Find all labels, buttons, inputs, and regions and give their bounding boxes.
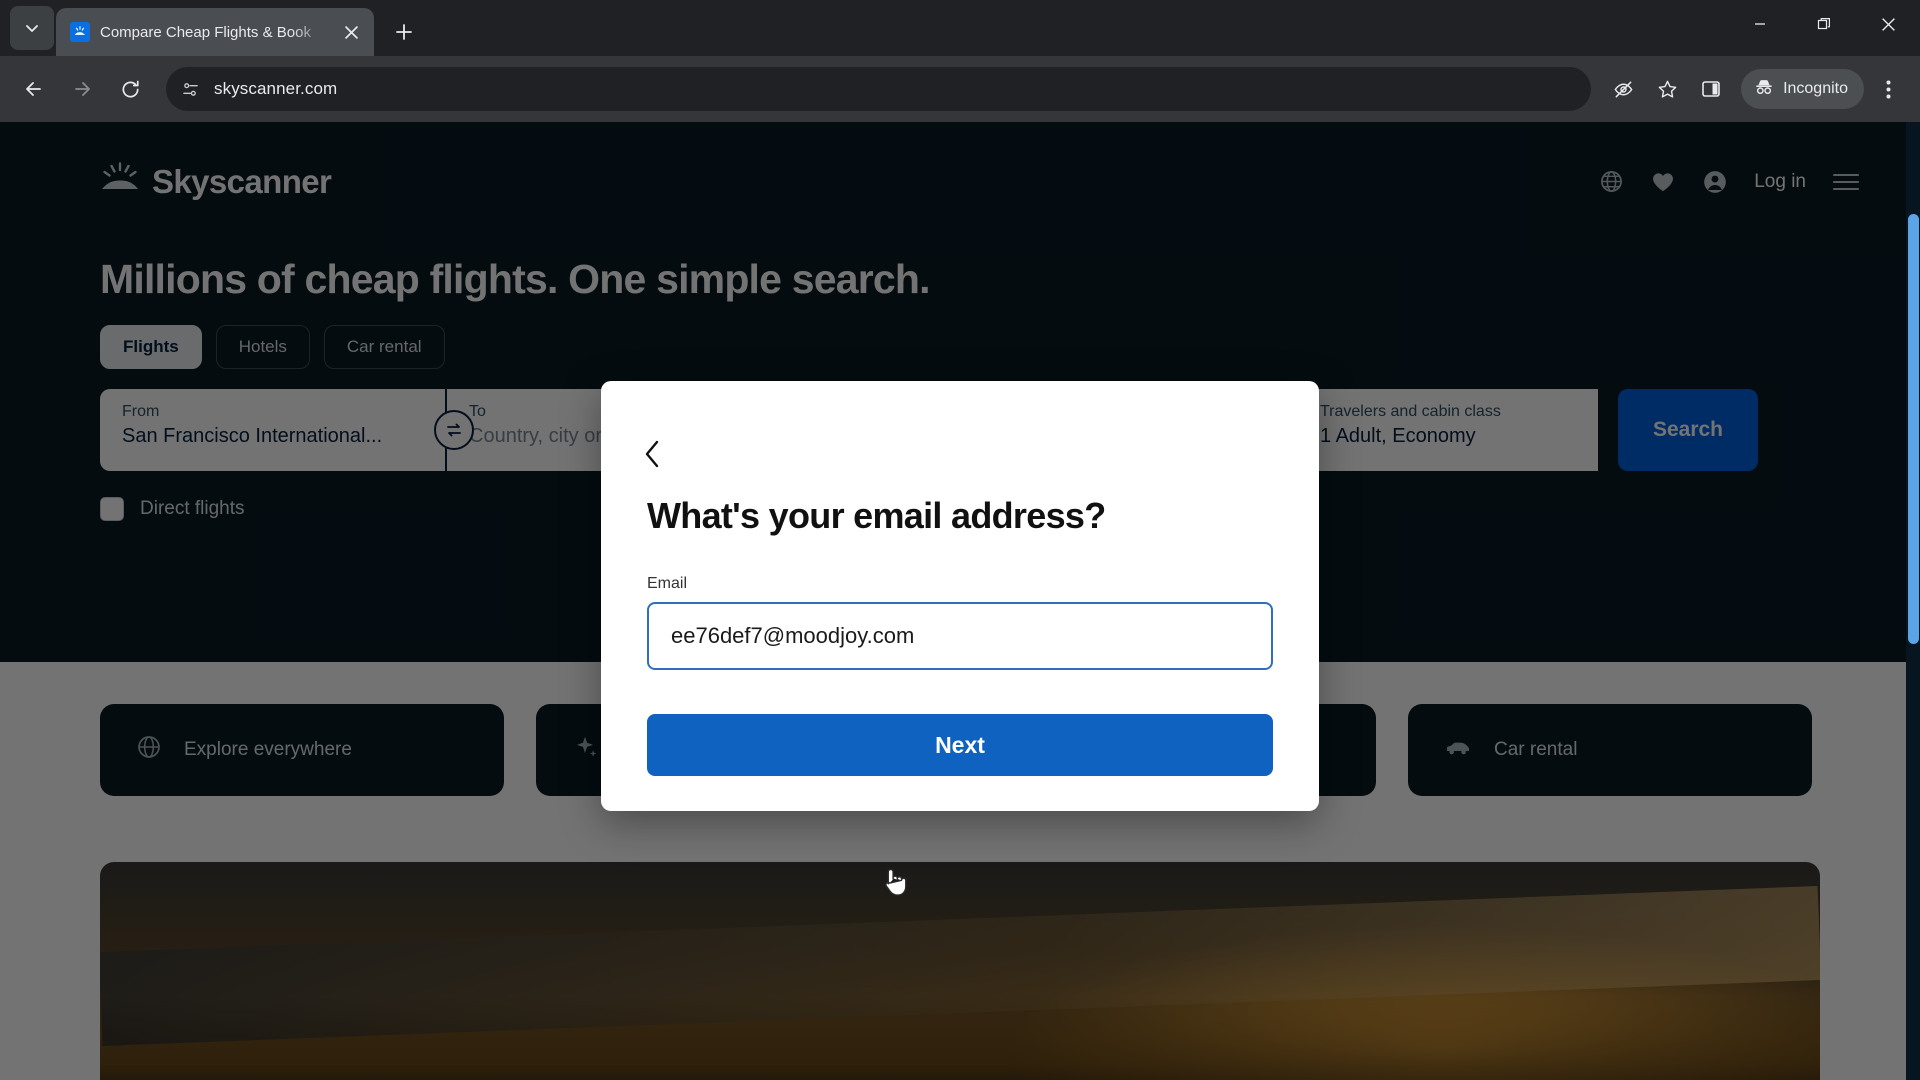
side-panel-icon[interactable] bbox=[1691, 69, 1731, 109]
from-field[interactable]: From San Francisco International... bbox=[100, 389, 445, 471]
hero-photo bbox=[100, 862, 1820, 1080]
sunburst-icon bbox=[100, 162, 140, 201]
tab-title: Compare Cheap Flights & Book bbox=[100, 23, 311, 41]
skyscanner-sunburst-icon bbox=[70, 22, 90, 42]
forward-button[interactable] bbox=[60, 67, 104, 111]
next-button-label: Next bbox=[935, 731, 985, 758]
login-label: Log in bbox=[1754, 170, 1806, 192]
reload-button[interactable] bbox=[108, 67, 152, 111]
modal-title: What's your email address? bbox=[647, 495, 1106, 536]
brand-name: Skyscanner bbox=[152, 162, 332, 200]
hamburger-menu-icon[interactable] bbox=[1832, 172, 1860, 192]
plus-icon bbox=[396, 24, 412, 40]
globe-icon[interactable] bbox=[1599, 169, 1624, 194]
swap-arrows-icon[interactable] bbox=[434, 410, 474, 450]
hero-photo-section bbox=[0, 862, 1920, 1080]
window-controls bbox=[1728, 0, 1920, 56]
sparkle-icon bbox=[572, 734, 598, 766]
tab-flights-label: Flights bbox=[123, 337, 179, 356]
search-button[interactable]: Search bbox=[1618, 389, 1758, 471]
url-text: skyscanner.com bbox=[214, 79, 338, 98]
star-icon[interactable] bbox=[1647, 69, 1687, 109]
direct-flights-label: Direct flights bbox=[140, 498, 245, 519]
travelers-value: 1 Adult, Economy bbox=[1320, 425, 1476, 447]
browser-toolbar: skyscanner.com Incognito bbox=[0, 56, 1920, 122]
arrow-left-icon bbox=[26, 82, 41, 96]
from-value: San Francisco International... bbox=[122, 425, 383, 447]
search-type-tabs: Flights Hotels Car rental bbox=[0, 303, 1920, 369]
tile-label: Car rental bbox=[1494, 739, 1578, 760]
tile-explore-everywhere[interactable]: Explore everywhere bbox=[100, 704, 504, 796]
tab-search-button[interactable] bbox=[10, 6, 54, 50]
car-icon bbox=[1444, 734, 1472, 766]
page-scrollbar[interactable] bbox=[1906, 122, 1920, 1080]
three-dot-menu-icon[interactable] bbox=[1868, 69, 1908, 109]
travelers-label: Travelers and cabin class bbox=[1320, 403, 1501, 420]
address-bar[interactable]: skyscanner.com bbox=[166, 67, 1592, 111]
incognito-label: Incognito bbox=[1783, 80, 1848, 97]
from-label: From bbox=[122, 403, 160, 420]
browser-tab[interactable]: Compare Cheap Flights & Book bbox=[56, 8, 374, 56]
globe-icon bbox=[136, 734, 162, 766]
page-title: Millions of cheap flights. One simple se… bbox=[100, 256, 931, 302]
login-button[interactable]: Log in bbox=[1754, 171, 1806, 193]
new-tab-button[interactable] bbox=[384, 12, 424, 52]
next-button[interactable]: Next bbox=[647, 714, 1273, 776]
incognito-hat-icon bbox=[1753, 76, 1775, 103]
skyscanner-logo[interactable]: Skyscanner bbox=[100, 162, 332, 201]
close-icon[interactable] bbox=[338, 19, 364, 45]
direct-flights-checkbox[interactable] bbox=[100, 497, 124, 521]
tile-car-rental[interactable]: Car rental bbox=[1408, 704, 1812, 796]
travelers-field[interactable]: Travelers and cabin class 1 Adult, Econo… bbox=[1298, 389, 1598, 471]
tab-car-rental-label: Car rental bbox=[346, 337, 422, 356]
page-viewport: Skyscanner Log in Millions of cheap flig… bbox=[0, 122, 1920, 1080]
account-circle-icon[interactable] bbox=[1702, 169, 1728, 195]
heart-icon[interactable] bbox=[1650, 169, 1676, 195]
scrollbar-thumb[interactable] bbox=[1908, 214, 1919, 644]
tab-hotels-label: Hotels bbox=[238, 337, 287, 356]
site-header: Skyscanner Log in bbox=[0, 122, 1920, 201]
email-input-value: ee76def7@moodjoy.com bbox=[671, 623, 915, 648]
tab-hotels[interactable]: Hotels bbox=[215, 325, 310, 369]
tile-label: Explore everywhere bbox=[184, 739, 352, 760]
reload-icon bbox=[122, 80, 139, 98]
site-header-actions: Log in bbox=[1599, 169, 1860, 195]
search-button-label: Search bbox=[1652, 418, 1724, 441]
window-close-icon[interactable] bbox=[1856, 0, 1920, 48]
email-signin-modal: What's your email address? Email ee76def… bbox=[601, 381, 1319, 811]
back-button[interactable] bbox=[12, 67, 56, 111]
email-input[interactable]: ee76def7@moodjoy.com bbox=[647, 602, 1273, 670]
chevron-left-icon bbox=[645, 440, 659, 468]
page-settings-icon[interactable] bbox=[176, 75, 204, 103]
eye-slash-icon[interactable] bbox=[1603, 69, 1643, 109]
restore-icon[interactable] bbox=[1792, 0, 1856, 48]
tab-flights[interactable]: Flights bbox=[100, 325, 202, 369]
modal-back-button[interactable] bbox=[643, 439, 673, 469]
tab-strip: Compare Cheap Flights & Book bbox=[0, 0, 1920, 56]
minimize-icon[interactable] bbox=[1728, 0, 1792, 48]
tab-car-rental[interactable]: Car rental bbox=[323, 325, 445, 369]
browser-window: Compare Cheap Flights & Book skyscanner.… bbox=[0, 0, 1920, 1080]
incognito-indicator[interactable]: Incognito bbox=[1741, 69, 1864, 109]
email-field-label: Email bbox=[647, 575, 688, 592]
arrow-right-icon bbox=[75, 82, 90, 96]
chevron-down-icon bbox=[26, 25, 38, 32]
